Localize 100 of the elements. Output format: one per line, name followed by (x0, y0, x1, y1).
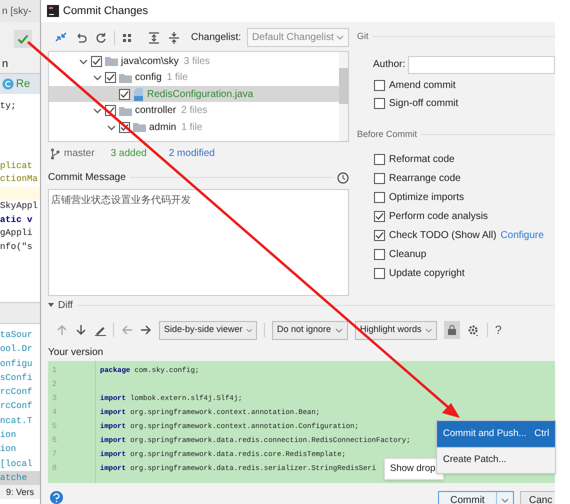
commit-message-field[interactable]: 店铺营业状态设置业务代码开发 (48, 188, 349, 296)
checkbox-label: Reformat code (389, 153, 455, 167)
line-number: 2 (52, 379, 58, 391)
window-title: n [sky- (1, 4, 32, 18)
scrollbar-thumb[interactable] (339, 68, 348, 104)
menu-item[interactable]: Commit and Push... Ctrl (437, 421, 555, 447)
history-icon[interactable] (337, 172, 349, 184)
section-label: Commit Message (48, 171, 126, 186)
collapse-triangle-icon[interactable] (48, 303, 54, 307)
commit-check-button[interactable] (14, 30, 32, 48)
tool-window-tab[interactable]: 9: Vers (0, 485, 40, 500)
section-label: Git (357, 30, 369, 43)
list-item[interactable]: onfigu (0, 356, 40, 371)
file-count: 3 files (184, 54, 210, 69)
code-text: plicat (0, 160, 34, 172)
checkbox[interactable] (105, 72, 116, 84)
list-item[interactable]: ion (0, 428, 40, 442)
down-arrow-icon[interactable] (75, 324, 87, 336)
folder-icon (119, 106, 132, 116)
code-text: ctionMa (0, 173, 39, 186)
chevron-icon[interactable] (79, 58, 88, 65)
checkbox[interactable] (374, 98, 385, 108)
highlight-dropdown[interactable]: Highlight words (355, 320, 437, 340)
lock-button[interactable] (444, 321, 460, 339)
whitespace-dropdown[interactable]: Do not ignore (272, 320, 348, 340)
tree-label: config (135, 71, 162, 86)
checkbox[interactable] (374, 230, 385, 241)
section-label: Before Commit (357, 128, 418, 140)
help-button[interactable]: ? (495, 321, 502, 339)
folder-icon (105, 56, 118, 66)
chevron-icon (501, 498, 509, 502)
list-item[interactable]: atche (0, 470, 40, 486)
chevron-icon (246, 328, 252, 332)
checkbox-label: Optimize imports (389, 191, 464, 205)
checkbox[interactable] (374, 268, 385, 279)
list-item[interactable]: ncat.T (0, 414, 40, 428)
chevron-icon[interactable] (107, 124, 116, 131)
file-tab[interactable]: Re (0, 74, 40, 94)
code-text: gAppli (0, 227, 34, 240)
configure-link[interactable]: Configure (500, 228, 544, 243)
settings-icon[interactable] (467, 324, 480, 336)
chevron-icon (424, 328, 432, 332)
branch-name: master (64, 147, 95, 162)
tree-row[interactable]: admin 1 file (49, 118, 339, 136)
file-count: 1 file (181, 120, 202, 135)
list-item[interactable]: rcConf (0, 399, 40, 414)
tree-label: controller (135, 104, 176, 118)
viewer-dropdown[interactable]: Side-by-side viewer (159, 320, 257, 340)
checkbox[interactable] (91, 56, 102, 67)
changelist-dropdown[interactable]: Default Changelist (247, 28, 349, 48)
checkbox-label: Rearrange code (389, 172, 461, 186)
collapse-all-icon[interactable] (167, 30, 181, 45)
chevron-icon[interactable] (93, 74, 102, 82)
help-icon[interactable] (50, 490, 63, 504)
list-item[interactable]: rcConf (0, 385, 40, 400)
checkbox[interactable] (374, 154, 385, 165)
list-item[interactable]: taSour (0, 328, 40, 342)
branch-icon (50, 148, 60, 160)
line-number: 8 (52, 463, 58, 475)
expand-all-icon[interactable] (147, 30, 161, 45)
chevron-icon[interactable] (93, 107, 102, 114)
tree-row[interactable]: config 1 file (49, 69, 339, 86)
checkbox[interactable] (374, 249, 385, 260)
file-icon (133, 88, 144, 101)
checkbox[interactable] (374, 192, 385, 203)
checkbox[interactable] (119, 88, 130, 100)
tree-row[interactable]: controller 2 files (49, 102, 339, 119)
window-title: Commit Changes (63, 4, 148, 19)
folder-icon (133, 122, 146, 132)
chevron-icon (336, 35, 344, 40)
checkbox[interactable] (374, 211, 385, 222)
list-item[interactable]: ion (0, 442, 40, 457)
line-number: 3 (52, 393, 58, 405)
refresh-icon[interactable] (94, 30, 108, 45)
checkbox-label: Sign-off commit (389, 96, 458, 110)
field-label: Author: (373, 58, 406, 72)
panel-title: n (1, 57, 8, 72)
list-item[interactable]: sConfi (0, 370, 40, 386)
version-label: Your version (48, 346, 104, 359)
chevron-icon (335, 328, 343, 332)
tree-row[interactable]: java\com\sky 3 files (49, 52, 339, 70)
right-arrow-icon[interactable] (140, 324, 152, 336)
line-number: 4 (52, 407, 58, 419)
checkbox[interactable] (374, 173, 385, 184)
list-item[interactable]: ool.Dr (0, 342, 40, 357)
app-icon (47, 5, 59, 17)
pencil-icon[interactable] (94, 324, 106, 336)
tree-label: admin (149, 120, 176, 135)
tooltip: Show drop (384, 458, 444, 480)
section-label: Diff (58, 298, 73, 312)
tree-row[interactable]: RedisConfiguration.java (49, 86, 339, 102)
tree-label: java\com\sky (121, 54, 179, 69)
cancel-button[interactable]: Canc (520, 490, 555, 504)
list-item[interactable]: [local (0, 456, 40, 471)
code-text: ty; (0, 100, 18, 113)
checkbox[interactable] (374, 80, 385, 90)
menu-item[interactable]: Create Patch... (437, 447, 555, 473)
tree-label: RedisConfiguration.java (147, 88, 254, 102)
code-text: nfo("s (0, 240, 34, 254)
author-field[interactable] (408, 56, 555, 74)
